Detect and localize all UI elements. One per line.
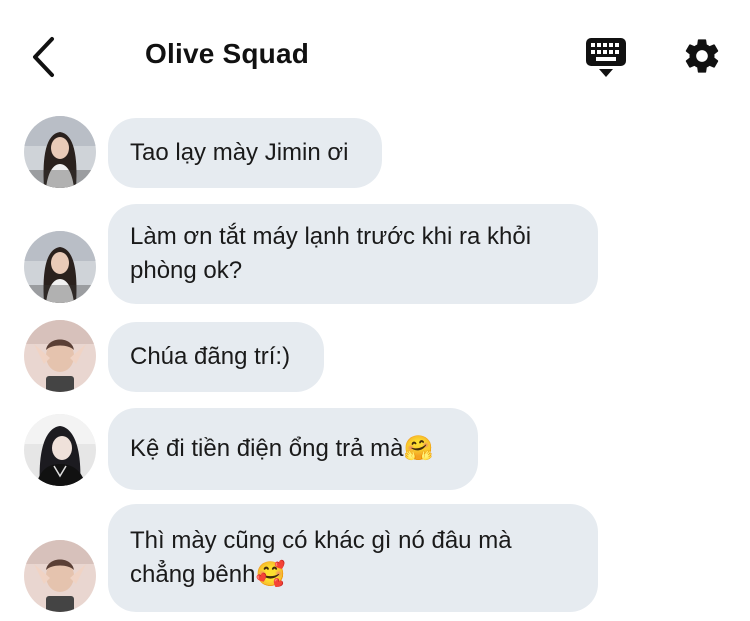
avatar-boy-pink-icon [24,540,96,612]
avatar-boy-pink-icon [24,320,96,392]
message-bubble[interactable]: Kệ đi tiền điện ổng trả mà🤗 [108,408,478,490]
message-text: Kệ đi tiền điện ổng trả mà🤗 [130,435,434,462]
message-bubble[interactable]: Chúa đãng trí:) [108,322,324,392]
keyboard-icon [586,38,626,77]
keyboard-button[interactable] [584,36,628,78]
message-bubble[interactable]: Tao lạy mày Jimin ơi [108,118,382,188]
avatar[interactable] [24,540,96,612]
message-row: Kệ đi tiền điện ổng trả mà🤗 [0,408,750,490]
avatar[interactable] [24,116,96,188]
avatar-girl-longhair-icon [24,116,96,188]
chat-header: Olive Squad [0,0,750,110]
message-text: Tao lạy mày Jimin ơi [130,139,349,166]
avatar[interactable] [24,320,96,392]
gear-icon [685,39,719,73]
avatar-girl-longhair-icon [24,231,96,303]
page-title: Olive Squad [145,38,310,69]
message-row: Tao lạy mày Jimin ơi [0,116,750,190]
back-button[interactable] [28,36,68,78]
chevron-left-icon [33,37,54,77]
avatar[interactable] [24,414,96,486]
message-bubble[interactable]: Làm ơn tắt máy lạnh trước khi ra khỏi ph… [108,204,598,304]
avatar[interactable] [24,231,96,303]
settings-button[interactable] [682,36,722,76]
message-bubble[interactable]: Thì mày cũng có khác gì nó đâu mà chẳng … [108,504,598,612]
message-text: Chúa đãng trí:) [130,343,291,370]
message-text: Thì mày cũng có khác gì nó đâu mà chẳng … [130,527,512,588]
message-text: Làm ơn tắt máy lạnh trước khi ra khỏi ph… [130,223,532,284]
message-row: Thì mày cũng có khác gì nó đâu mà chẳng … [0,504,750,612]
avatar-dark-icon [24,414,96,486]
message-row: Chúa đãng trí:) [0,320,750,394]
message-row: Làm ơn tắt máy lạnh trước khi ra khỏi ph… [0,204,750,304]
